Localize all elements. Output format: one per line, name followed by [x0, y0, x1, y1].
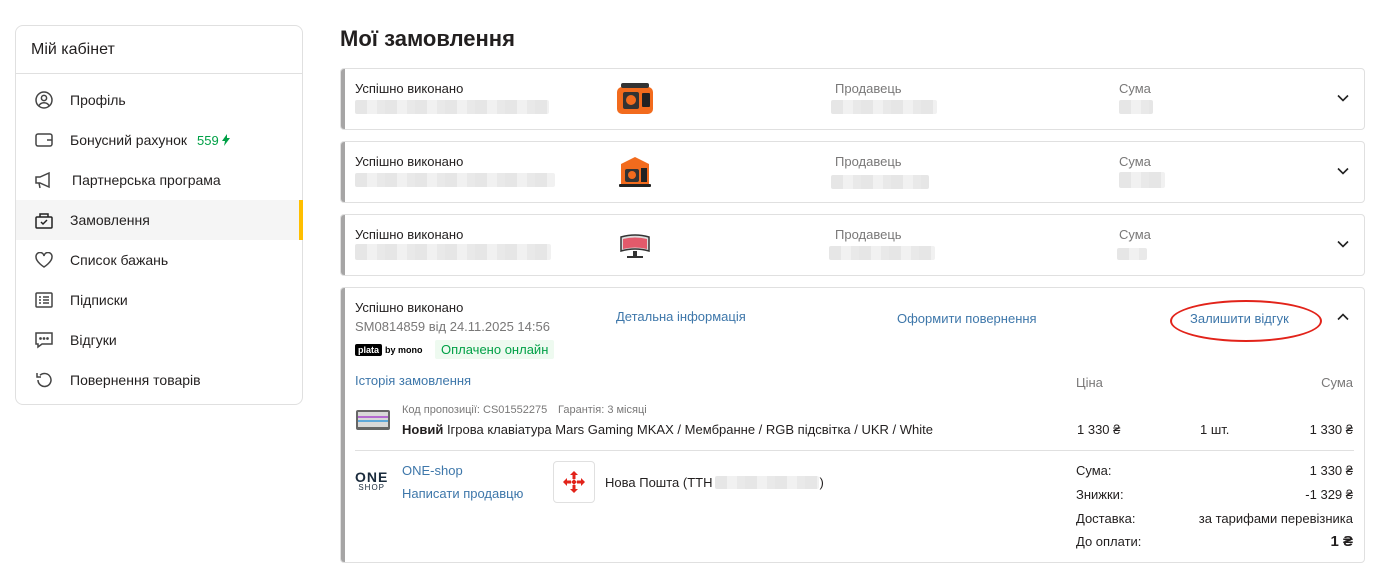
review-highlight-oval — [1170, 300, 1322, 342]
sidebar-item-bonus[interactable]: Бонусний рахунок 559 — [16, 120, 302, 160]
heart-icon — [34, 250, 54, 270]
item-qty: 1 шт. — [1200, 422, 1230, 437]
item-title[interactable]: Новий Ігрова клавіатура Mars Gaming MKAX… — [402, 422, 933, 437]
order-status: Успішно виконано — [355, 81, 464, 96]
comment-icon — [34, 330, 54, 350]
chevron-down-icon[interactable] — [1336, 91, 1350, 105]
order-card[interactable]: Успішно виконано Продавець Сума — [340, 68, 1365, 130]
totals-pay-label: До оплати: — [1076, 534, 1142, 549]
user-icon — [34, 90, 54, 110]
totals-sum-label: Сума: — [1076, 463, 1112, 478]
item-sum: 1 330 ₴ — [1309, 422, 1353, 437]
order-number-blurred — [355, 173, 555, 187]
seller-name-link[interactable]: ONE-shop — [402, 463, 463, 478]
item-price: 1 330 ₴ — [1077, 422, 1121, 437]
account-sidebar: Мій кабінет Профіль Бонусний рахунок 559… — [15, 25, 303, 405]
seller-name-blurred — [831, 175, 929, 189]
totals-discount-value: -1 329 ₴ — [1305, 487, 1353, 502]
order-history-link[interactable]: Історія замовлення — [355, 373, 471, 388]
sidebar-item-label: Підписки — [70, 292, 128, 308]
sum-label: Сума — [1119, 154, 1151, 169]
order-number-blurred — [355, 100, 549, 114]
seller-logo: ONE SHOP — [355, 469, 389, 492]
bonus-balance: 559 — [197, 133, 231, 148]
sum-label: Сума — [1119, 81, 1151, 96]
chevron-down-icon[interactable] — [1336, 237, 1350, 251]
paid-online-badge: Оплачено онлайн — [435, 340, 555, 359]
payment-logo: plata by mono — [355, 344, 423, 356]
sum-value-blurred — [1117, 248, 1147, 260]
ttn-blurred — [715, 476, 820, 489]
sidebar-menu: Профіль Бонусний рахунок 559 Партнерська… — [16, 74, 303, 400]
generator-icon — [617, 83, 653, 114]
write-seller-link[interactable]: Написати продавцю — [402, 486, 523, 501]
divider — [355, 450, 1354, 451]
totals-delivery-label: Доставка: — [1076, 511, 1136, 526]
sidebar-item-profile[interactable]: Профіль — [16, 80, 302, 120]
sidebar-item-label: Замовлення — [70, 212, 150, 228]
generator-icon — [619, 157, 651, 187]
totals-discount-label: Знижки: — [1076, 487, 1124, 502]
nova-poshta-logo — [553, 461, 595, 503]
sidebar-item-orders[interactable]: Замовлення — [16, 200, 303, 240]
sidebar-item-label: Список бажань — [70, 252, 169, 268]
sidebar-item-partner[interactable]: Партнерська програма — [16, 160, 302, 200]
seller-label: Продавець — [835, 154, 902, 169]
sidebar-title: Мій кабінет — [16, 26, 302, 74]
item-name: Ігрова клавіатура Mars Gaming MKAX / Мем… — [446, 422, 933, 437]
bonus-icon — [221, 134, 230, 146]
megaphone-icon — [34, 170, 54, 190]
seller-label: Продавець — [835, 81, 902, 96]
order-status: Успішно виконано — [355, 154, 464, 169]
sidebar-item-subscriptions[interactable]: Підписки — [16, 280, 302, 320]
item-condition: Новий — [402, 422, 444, 437]
sidebar-item-label: Повернення товарів — [70, 372, 201, 388]
seller-name-blurred — [829, 246, 935, 260]
totals-pay-value: 1 ₴ — [1330, 533, 1353, 550]
sidebar-item-label: Профіль — [70, 92, 126, 108]
sidebar-item-wishlist[interactable]: Список бажань — [16, 240, 302, 280]
sidebar-item-label: Відгуки — [70, 332, 117, 348]
price-column-header: Ціна — [1076, 375, 1103, 390]
sidebar-item-reviews[interactable]: Відгуки — [16, 320, 302, 360]
totals-delivery-value: за тарифами перевізника — [1198, 511, 1353, 526]
keyboard-thumbnail — [356, 410, 390, 430]
order-return-link[interactable]: Оформити повернення — [897, 311, 1037, 326]
seller-name-blurred — [831, 100, 937, 114]
sidebar-item-returns[interactable]: Повернення товарів — [16, 360, 302, 400]
order-details-link[interactable]: Детальна інформація — [616, 309, 746, 324]
order-number-blurred — [355, 244, 551, 260]
order-status: Успішно виконано — [355, 227, 464, 242]
delivery-info: Нова Пошта (ТТН ) — [605, 475, 824, 490]
sidebar-item-label: Бонусний рахунок — [70, 132, 188, 148]
sum-label: Сума — [1119, 227, 1151, 242]
wallet-icon — [34, 130, 54, 150]
order-card-expanded: Успішно виконано SM0814859 від 24.11.202… — [340, 287, 1365, 563]
offer-code: Код пропозиції: CS01552275 — [402, 404, 548, 416]
chevron-up-icon[interactable] — [1336, 310, 1350, 324]
order-status: Успішно виконано — [355, 300, 464, 315]
seller-label: Продавець — [835, 227, 902, 242]
page-title: Мої замовлення — [340, 26, 515, 51]
list-icon — [34, 290, 54, 310]
warranty: Гарантія: 3 місяці — [558, 404, 647, 416]
sum-value-blurred — [1119, 100, 1153, 114]
totals-sum-value: 1 330 ₴ — [1309, 463, 1353, 478]
monitor-icon — [620, 234, 650, 258]
sidebar-item-label: Партнерська програма — [72, 172, 221, 188]
order-card[interactable]: Успішно виконано Продавець Сума — [340, 214, 1365, 276]
order-card[interactable]: Успішно виконано Продавець Сума — [340, 141, 1365, 203]
chevron-down-icon[interactable] — [1336, 164, 1350, 178]
order-number: SM0814859 від 24.11.2025 14:56 — [355, 319, 550, 334]
orders-icon — [34, 210, 54, 230]
sum-value-blurred — [1119, 172, 1165, 188]
sum-column-header: Сума — [1321, 375, 1353, 390]
return-icon — [34, 370, 54, 390]
